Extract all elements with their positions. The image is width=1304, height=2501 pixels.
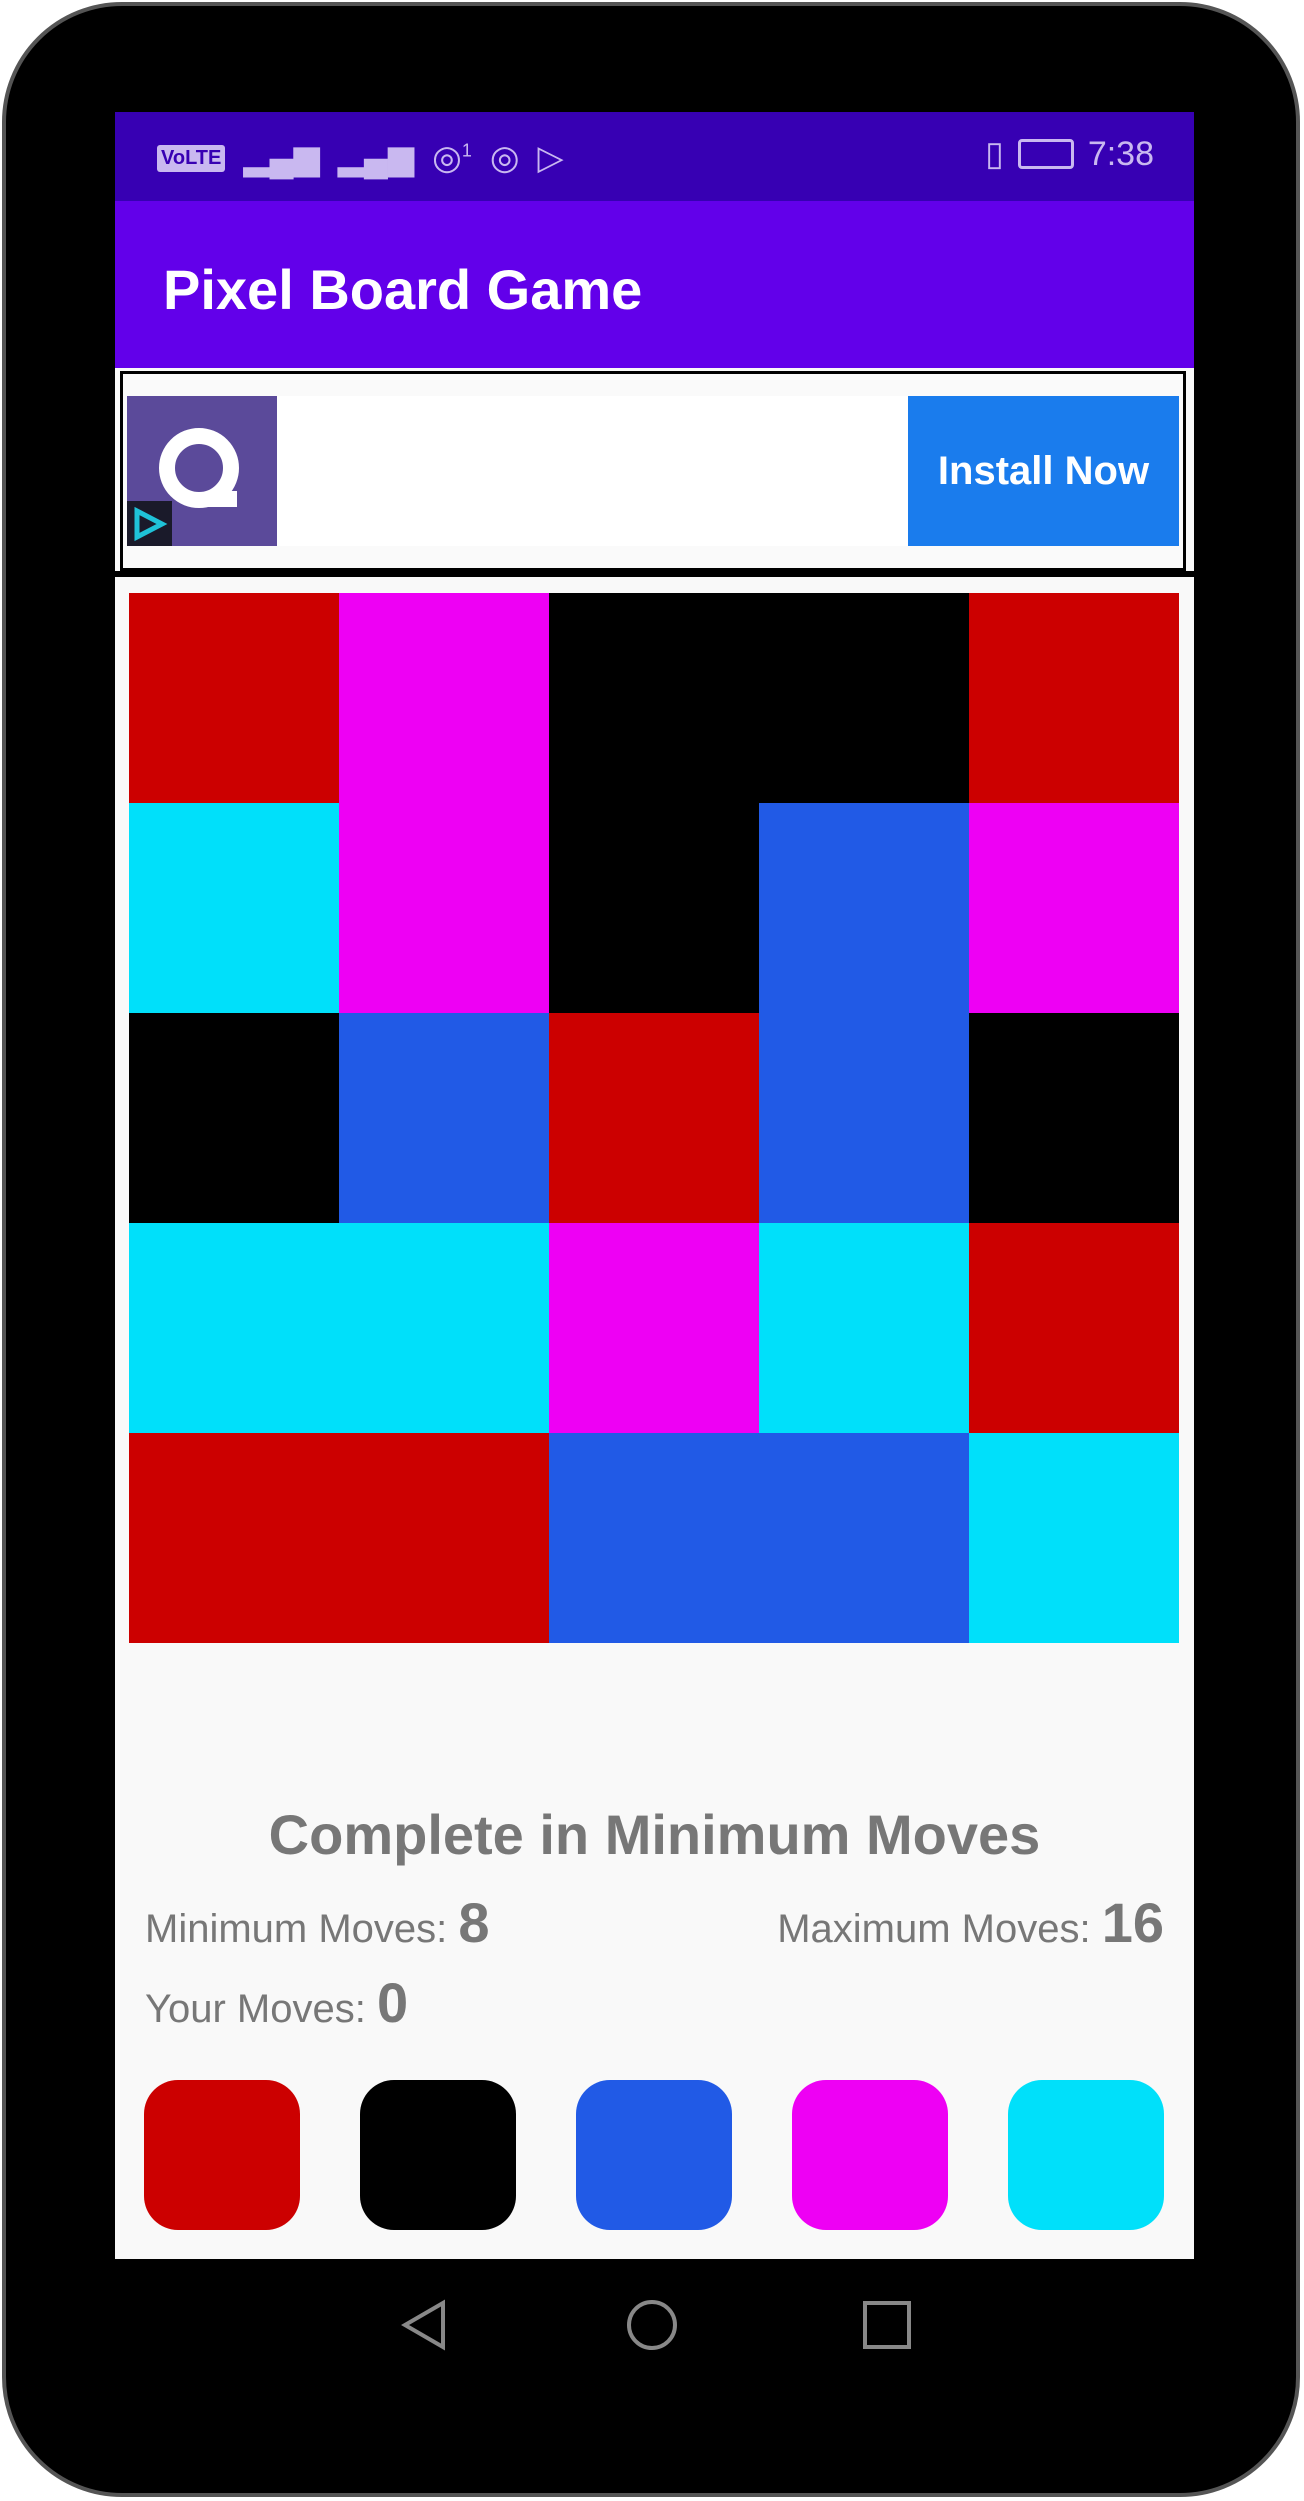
status-bar: VoLTE ▂▄▆ ▂▄▆ ◎1 ◎ ▷ ▯ 7:38 [115,112,1194,201]
app-bar: Pixel Board Game [115,201,1194,368]
board-cell-red [549,1013,759,1223]
board-cell-magenta [969,803,1179,1013]
color-button-cyan[interactable] [1008,2080,1164,2230]
divider [115,571,1194,577]
board-cell-blue [339,1013,549,1223]
board-cell-cyan [339,1223,549,1433]
board-cell-blue [759,1433,969,1643]
recents-icon[interactable] [857,2295,917,2355]
play-icon: ▷ [537,139,564,177]
signal-icon: ▂▄▆ [337,139,415,177]
hotspot-icon: ◎1 [432,139,472,177]
board-cell-cyan [129,803,339,1013]
board-cell-cyan [129,1223,339,1433]
app-title: Pixel Board Game [163,258,643,321]
board-cell-black [129,1013,339,1223]
board-cell-blue [549,1433,759,1643]
maximum-moves: Maximum Moves: 16 [777,1890,1164,1955]
board-cell-red [129,593,339,803]
game-board [129,593,1179,1643]
color-button-red[interactable] [144,2080,300,2230]
clock: 7:38 [1087,134,1154,173]
your-moves-value: 0 [376,1971,409,2034]
signal-4g-icon: ▂▄▆ [243,139,320,177]
volte-icon: VoLTE [157,144,226,172]
board-cell-black [969,1013,1179,1223]
board-cell-blue [759,1013,969,1223]
min-moves-value: 8 [458,1891,490,1954]
board-cell-magenta [549,1223,759,1433]
ad-logo-icon [127,428,239,546]
color-button-blue[interactable] [576,2080,732,2230]
install-now-button[interactable]: Install Now [908,396,1179,546]
color-picker [144,2080,1164,2230]
board-cell-black [549,593,759,803]
hotspot-count: 1 [461,140,472,161]
min-moves-label: Minimum Moves: [145,1907,448,1951]
board-cell-black [549,803,759,1013]
your-moves: Your Moves: 0 [145,1970,408,2035]
board-cell-magenta [339,803,549,1013]
board-cell-red [969,1223,1179,1433]
your-moves-label: Your Moves: [145,1987,366,2031]
max-moves-value: 16 [1101,1891,1164,1954]
board-cell-black [759,593,969,803]
color-button-black[interactable] [360,2080,516,2230]
board-cell-cyan [969,1433,1179,1643]
board-cell-red [339,1433,549,1643]
vibrate-icon: ▯ [985,135,1004,173]
ad-banner[interactable]: Install Now [120,371,1186,571]
back-icon[interactable] [395,2295,455,2355]
screen: VoLTE ▂▄▆ ▂▄▆ ◎1 ◎ ▷ ▯ 7:38 Pixel Board … [115,112,1194,2259]
minimum-moves: Minimum Moves: 8 [145,1890,490,1955]
home-icon[interactable] [622,2295,682,2355]
ad-app-logo[interactable] [127,396,277,546]
max-moves-label: Maximum Moves: [777,1907,1091,1951]
board-cell-red [129,1433,339,1643]
battery-charging-icon [1017,139,1074,169]
board-cell-magenta [339,593,549,803]
nfc-icon: ◎ [489,139,520,177]
board-cell-red [969,593,1179,803]
board-cell-blue [759,803,969,1013]
board-cell-cyan [759,1223,969,1433]
goal-text: Complete in Minimum Moves [268,1803,1041,1866]
color-button-magenta[interactable] [792,2080,948,2230]
